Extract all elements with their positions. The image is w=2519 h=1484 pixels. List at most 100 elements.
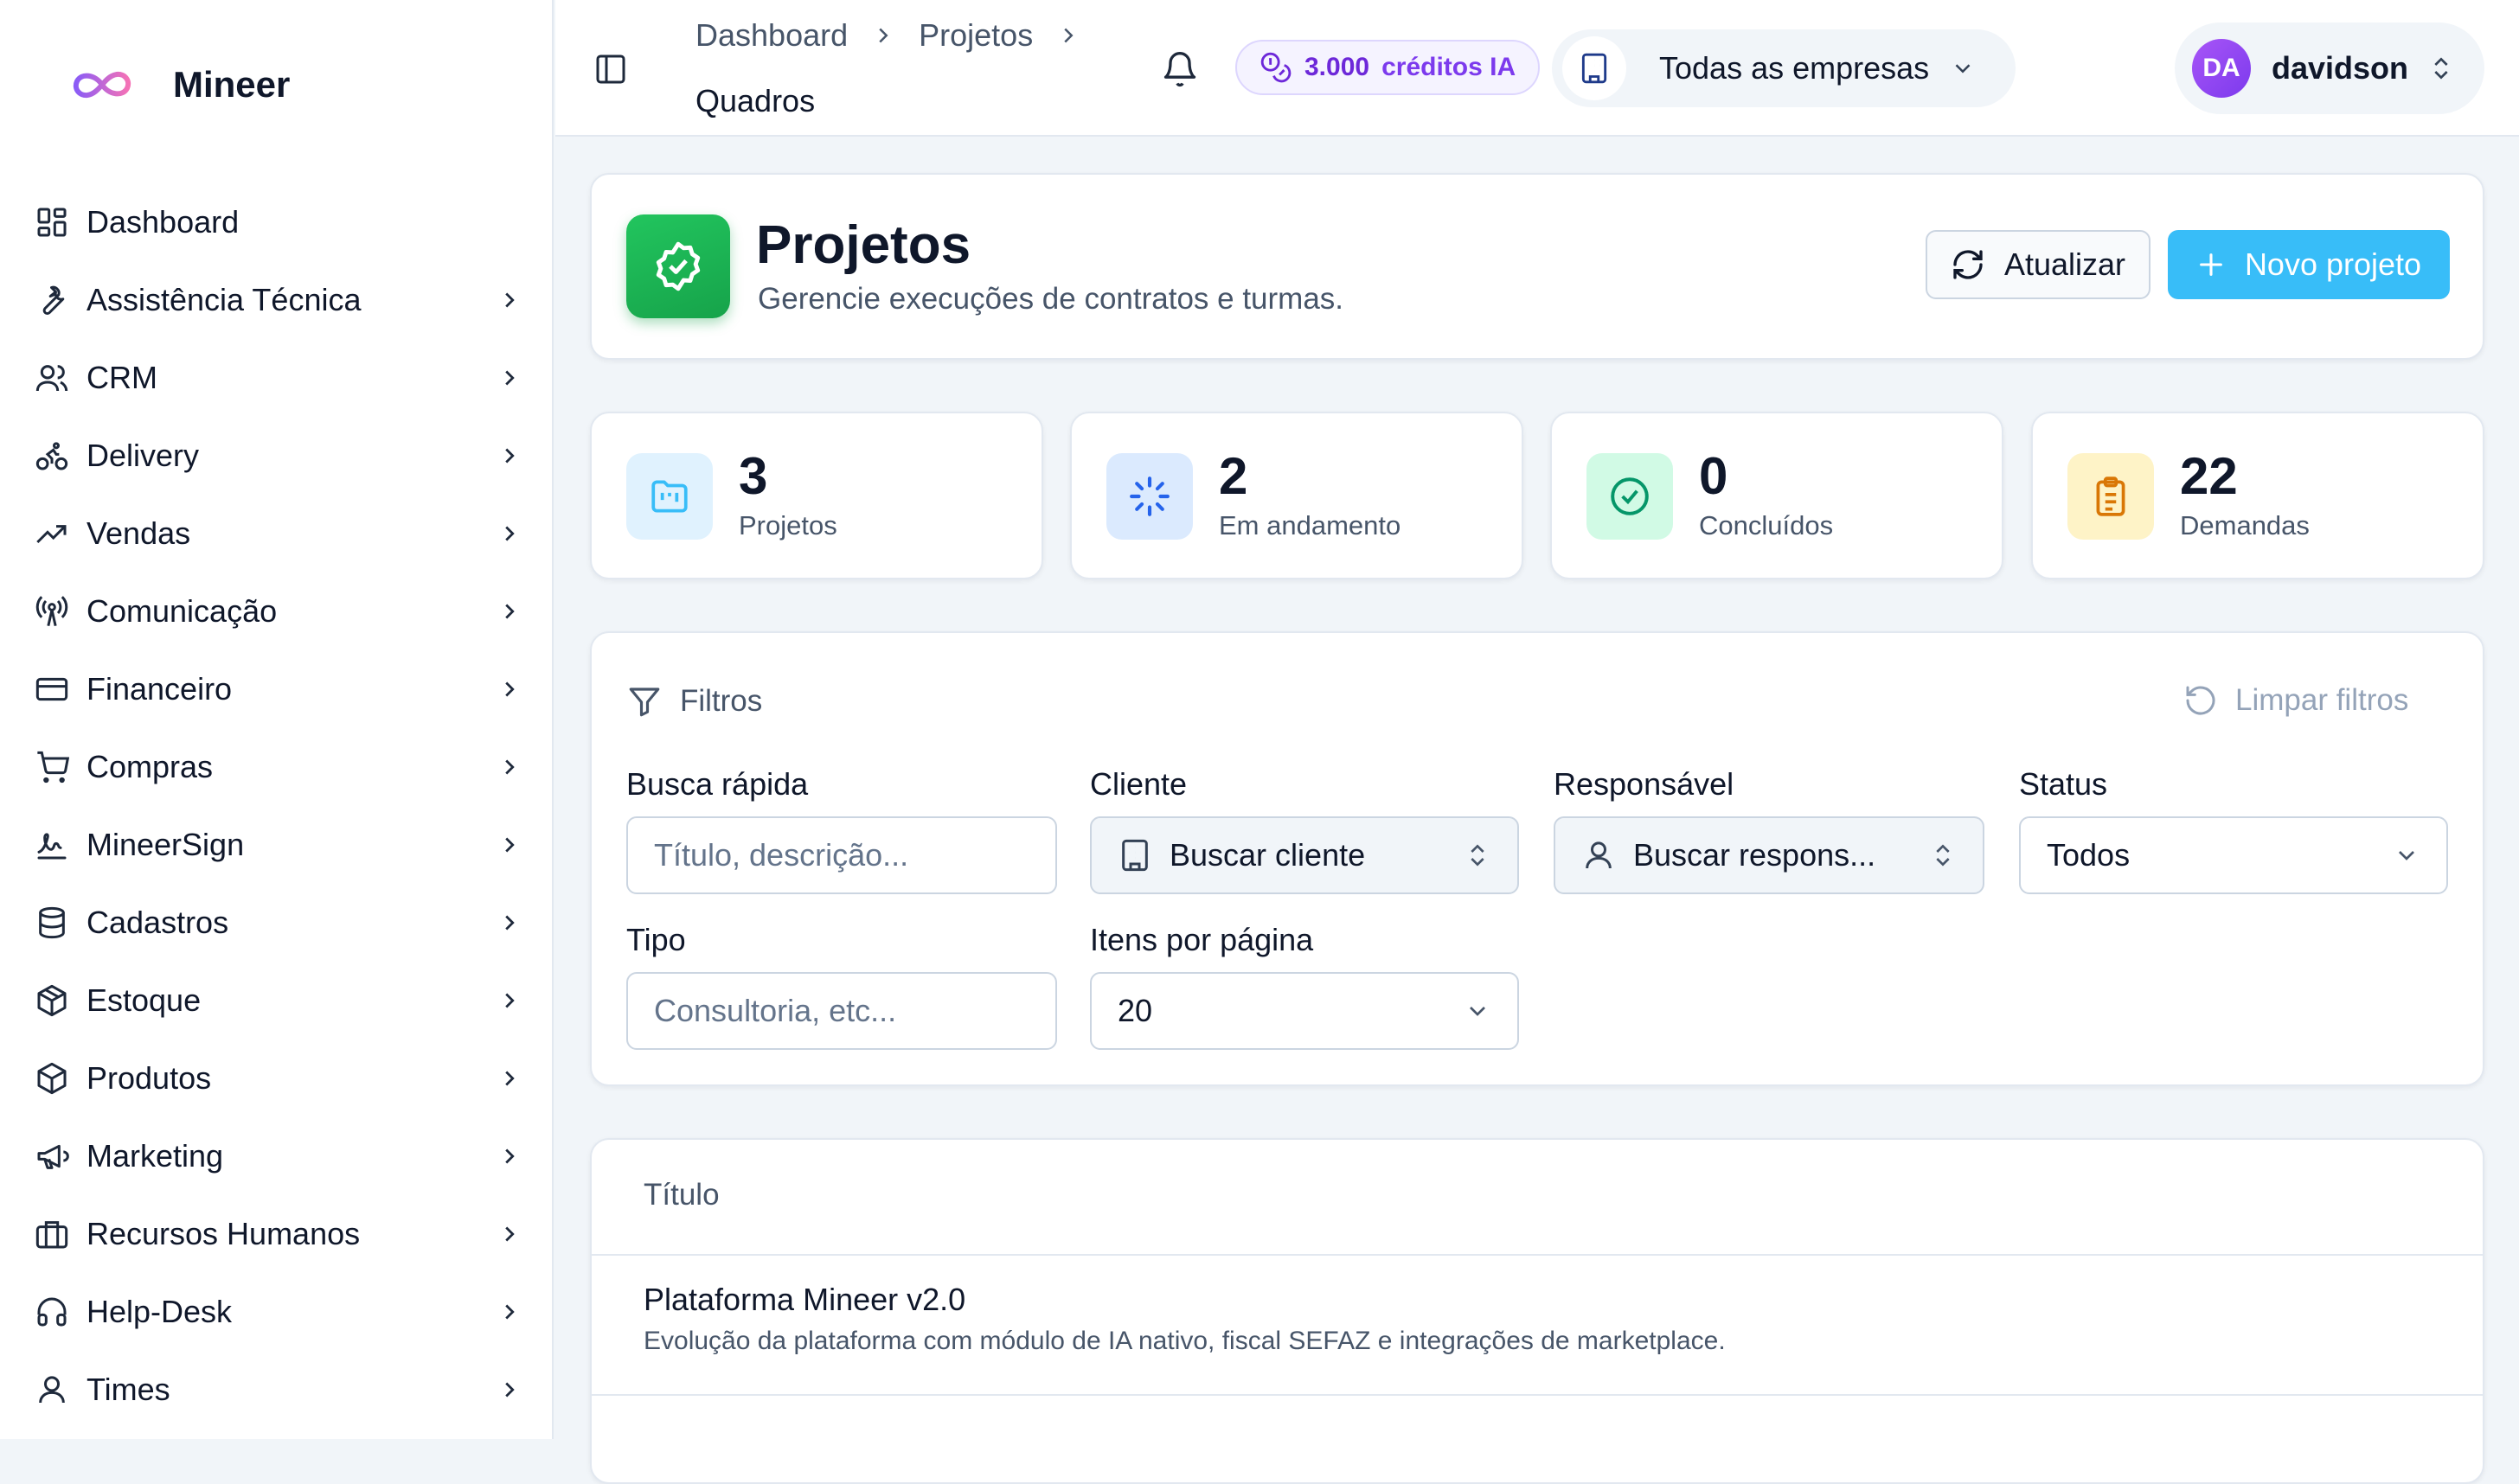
top-header: Dashboard Projetos Quadros 3.000 crédito… — [555, 0, 2519, 137]
per-page-select[interactable]: 20 — [1090, 972, 1519, 1050]
user-menu[interactable]: DA davidson — [2175, 22, 2484, 114]
stat-card-projetos: 3 Projetos — [590, 412, 1043, 579]
chevrons-up-down-icon — [1936, 844, 1950, 867]
owner-select[interactable]: Buscar respons... — [1554, 816, 1984, 894]
sidebar-item-label: Compras — [87, 749, 214, 784]
ai-credits-value: 3.000 — [1304, 53, 1370, 81]
owner-label: Responsável — [1554, 766, 1734, 802]
sidebar-item-delivery[interactable]: Delivery — [0, 417, 554, 495]
chevron-right-icon — [505, 448, 515, 464]
filters-card: Filtros Limpar filtros Busca rápida Clie… — [590, 631, 2484, 1086]
stat-label: Projetos — [739, 510, 837, 541]
chevron-right-icon — [505, 526, 515, 541]
stat-icon-wrap — [1106, 453, 1193, 540]
sidebar-item-label: Cadastros — [87, 905, 229, 940]
sidebar-item-label: Times — [87, 1372, 170, 1407]
refresh-button[interactable]: Atualizar — [1926, 230, 2150, 299]
status-select-value: Todos — [2047, 837, 2131, 873]
sidebar-item-label: Comunicação — [87, 593, 278, 629]
brand[interactable]: Mineer — [69, 57, 290, 112]
sidebar-item-label: Vendas — [87, 515, 191, 551]
company-selector[interactable]: Todas as empresas — [1552, 29, 2016, 107]
table-row[interactable]: Plataforma Mineer v2.0 Evolução da plata… — [592, 1256, 2483, 1396]
stat-icon-wrap — [1586, 453, 1673, 540]
sidebar-item-mineersign[interactable]: MineerSign — [0, 806, 554, 884]
clear-filters-button[interactable]: Limpar filtros — [2183, 683, 2408, 718]
megaphone-icon — [37, 1144, 69, 1169]
radio-tower-icon — [35, 596, 68, 626]
breadcrumb-dashboard[interactable]: Dashboard — [695, 14, 848, 57]
chevron-right-icon — [505, 1382, 515, 1398]
sidebar-item-estoque[interactable]: Estoque — [0, 962, 554, 1039]
brand-name: Mineer — [173, 64, 291, 105]
sidebar-item-marketing[interactable]: Marketing — [0, 1117, 554, 1195]
chevron-right-icon — [505, 604, 515, 619]
sidebar-item-times[interactable]: Times — [0, 1351, 554, 1429]
wrench-icon — [42, 285, 65, 316]
chevron-right-icon — [505, 370, 515, 386]
row-description: Evolução da plataforma com módulo de IA … — [644, 1327, 1726, 1355]
chevrons-up-down-icon — [1471, 844, 1484, 867]
breadcrumb-projetos[interactable]: Projetos — [919, 14, 1033, 57]
chevron-right-icon — [505, 837, 515, 853]
database-icon — [39, 906, 65, 939]
page-title: Projetos — [756, 215, 971, 275]
chevron-right-icon — [505, 1304, 515, 1320]
search-input[interactable] — [626, 816, 1057, 894]
users-icon — [35, 365, 68, 392]
sidebar-item-label: Dashboard — [87, 204, 240, 240]
sidebar-item-label: Financeiro — [87, 671, 233, 707]
chevron-right-icon — [505, 915, 515, 931]
stat-label: Demandas — [2180, 510, 2310, 541]
stat-value: 2 — [1219, 447, 1248, 505]
chevron-down-icon — [1955, 64, 1971, 74]
sidebar-item-crm[interactable]: CRM — [0, 339, 554, 417]
stat-card-concluidos: 0 Concluídos — [1550, 412, 2003, 579]
status-select[interactable]: Todos — [2019, 816, 2448, 894]
table-row-divider — [592, 1394, 2483, 1396]
column-header-titulo[interactable]: Título — [644, 1178, 720, 1212]
owner-select-value: Buscar respons... — [1633, 837, 1876, 873]
loader-icon — [1130, 477, 1170, 516]
chevron-right-icon — [505, 759, 515, 775]
breadcrumb-current: Quadros — [695, 83, 816, 118]
chevron-right-icon — [505, 993, 515, 1008]
stat-icon-wrap — [626, 453, 713, 540]
building-icon — [1122, 839, 1148, 872]
sidebar-item-dashboard[interactable]: Dashboard — [0, 183, 554, 261]
type-label: Tipo — [626, 922, 686, 957]
sidebar-item-financeiro[interactable]: Financeiro — [0, 650, 554, 728]
building-icon — [1581, 53, 1607, 84]
user-icon — [1586, 841, 1612, 869]
sidebar-nav: Dashboard Assistência Técnica CRM Delive… — [0, 183, 554, 1429]
sidebar-item-produtos[interactable]: Produtos — [0, 1039, 554, 1117]
refresh-button-label: Atualizar — [2003, 246, 2126, 282]
bell-icon[interactable] — [1161, 50, 1199, 88]
type-input[interactable] — [626, 972, 1057, 1050]
per-page-label: Itens por página — [1090, 922, 1314, 957]
sidebar-item-label: Recursos Humanos — [87, 1216, 361, 1251]
dashboard-icon — [37, 208, 67, 237]
briefcase-icon — [35, 1221, 68, 1249]
ai-credits-badge[interactable]: 3.000 créditos IA — [1235, 40, 1541, 95]
search-label: Busca rápida — [626, 766, 809, 802]
sidebar-item-compras[interactable]: Compras — [0, 728, 554, 806]
sidebar-item-help-desk[interactable]: Help-Desk — [0, 1273, 554, 1351]
bike-icon — [35, 442, 68, 470]
client-select[interactable]: Buscar cliente — [1090, 816, 1519, 894]
sidebar-item-vendas[interactable]: Vendas — [0, 495, 554, 572]
sidebar-item-comunicacao[interactable]: Comunicação — [0, 572, 554, 650]
sidebar-item-recursos-humanos[interactable]: Recursos Humanos — [0, 1195, 554, 1273]
page-header-icon — [626, 214, 730, 318]
sidebar-item-label: Help-Desk — [87, 1294, 233, 1329]
stat-label: Em andamento — [1219, 510, 1401, 541]
page-header-card: Projetos Gerencie execuções de contratos… — [590, 173, 2484, 360]
sidebar-item-cadastros[interactable]: Cadastros — [0, 884, 554, 962]
chevron-down-icon — [1470, 1007, 1485, 1016]
avatar: DA — [2192, 39, 2251, 98]
sidebar-item-assistencia-tecnica[interactable]: Assistência Técnica — [0, 261, 554, 339]
stat-card-demandas: 22 Demandas — [2031, 412, 2484, 579]
sidebar-toggle-icon[interactable] — [593, 52, 628, 86]
mineer-logo-icon — [73, 71, 131, 99]
new-project-button[interactable]: Novo projeto — [2168, 230, 2450, 299]
